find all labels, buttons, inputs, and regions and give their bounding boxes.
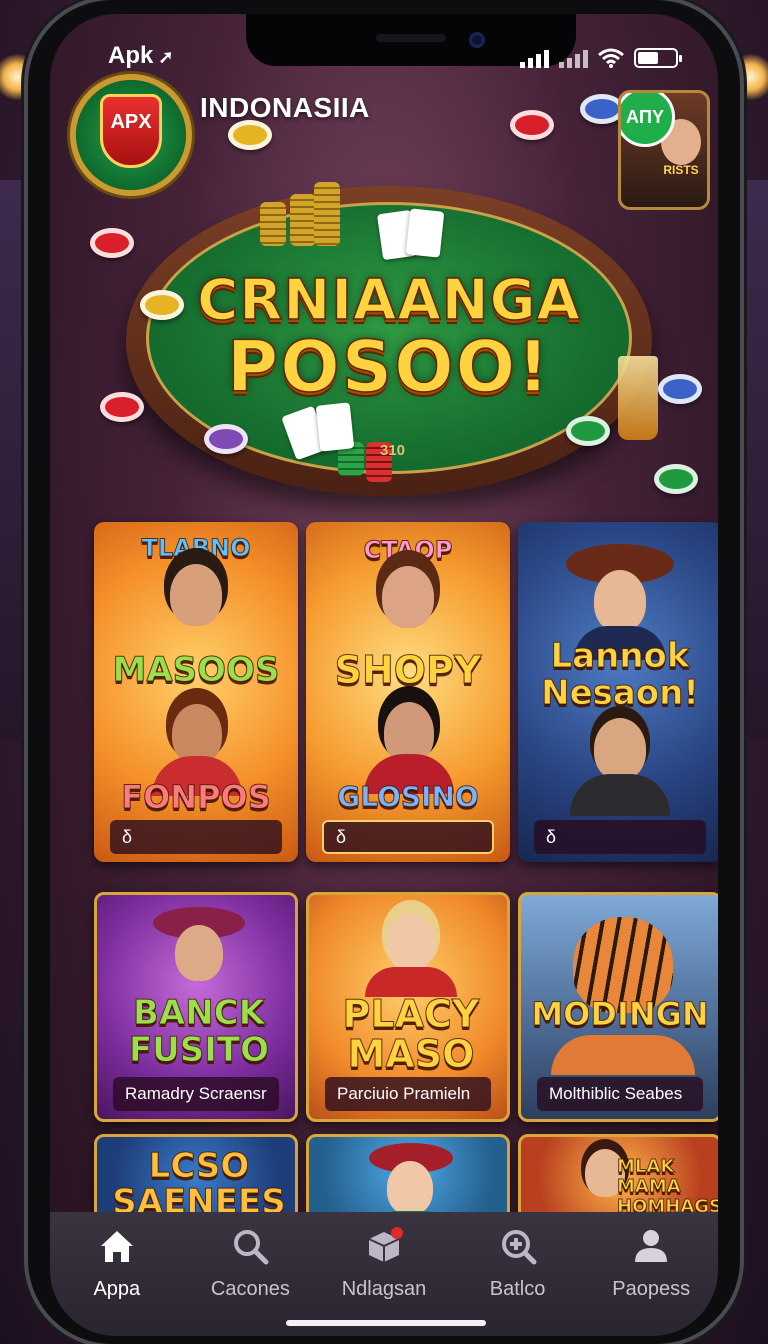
chip-icon (100, 392, 144, 422)
game-card[interactable]: BANCK FUSITO Ramadry Scraensr (94, 892, 298, 1122)
game-title-mid: SHOPY (334, 648, 482, 693)
game-card[interactable]: Lannok Nesaon! δ (518, 522, 718, 862)
hero-title-line2: POSOO! (226, 325, 552, 408)
chip-icon (90, 228, 134, 258)
home-indicator[interactable] (286, 1320, 486, 1326)
nav-label: Ndlagsan (341, 1278, 427, 1300)
chip-icon (228, 120, 272, 150)
person-icon (635, 1230, 668, 1262)
game-title-bottom: FONPOS (121, 778, 272, 817)
game-host-avatar (175, 925, 223, 981)
chip-icon (658, 374, 702, 404)
nav-label: Batlco (489, 1278, 546, 1300)
nav-item-appa[interactable]: Appa (57, 1226, 177, 1336)
status-bar: Apk ➚ (50, 28, 718, 69)
status-icons (520, 48, 682, 68)
nav-label: Paopess (612, 1278, 691, 1300)
hero-title-line1: CRNIAANGA (196, 268, 581, 333)
chip-icon (654, 464, 698, 494)
playing-card-icon (315, 402, 355, 452)
game-card[interactable]: MODINGN Molthiblic Seabes (518, 892, 718, 1122)
game-title-top: CTAOP (363, 536, 453, 565)
chip-icon (204, 424, 248, 454)
chip-stack-icon (314, 182, 340, 246)
carrier-label: Apk ➚ (108, 42, 174, 69)
package-icon (368, 1227, 403, 1262)
game-title-mid: LCSO SAENEES (112, 1146, 286, 1222)
game-caption: Molthiblic Seabes (537, 1077, 703, 1111)
app-logo-shield: APX (100, 94, 162, 168)
game-host-avatar (382, 566, 434, 628)
home-icon (100, 1231, 133, 1262)
battery-icon (634, 48, 682, 68)
promo-text: RISTS (663, 163, 699, 177)
cellular-signal-secondary-icon (559, 50, 588, 68)
game-title-mid: MODINGN (531, 995, 709, 1034)
playing-card-icon (405, 208, 445, 258)
app-logo[interactable]: APX (76, 80, 186, 190)
battery-level (638, 52, 658, 64)
game-title-bottom: GLOSINO (337, 780, 479, 814)
game-caption: δ (534, 820, 706, 854)
game-host-avatar (594, 718, 646, 780)
game-host-avatar (172, 704, 222, 764)
tiger-arms (551, 1035, 695, 1075)
chip-stack-icon (290, 194, 316, 246)
bottom-navigation: Appa Cacones Ndlagsan Batlco Paopess (50, 1212, 718, 1336)
game-host-body (570, 774, 670, 816)
wifi-icon (598, 48, 624, 68)
game-title-top: TLABNO (141, 534, 251, 563)
table-number: 310 (380, 442, 406, 459)
search-icon (234, 1230, 269, 1265)
game-title-mid: BANCK FUSITO (128, 993, 270, 1070)
game-host-avatar (594, 570, 646, 632)
game-title-mid: MLAK MAMA HOMHAGS (617, 1156, 719, 1217)
game-host-avatar (387, 1161, 433, 1215)
promo-thumbnail[interactable]: RISTS AΠY (618, 90, 710, 210)
game-card[interactable]: CTAOP SHOPY GLOSINO δ (306, 522, 510, 862)
chip-stack-icon (260, 202, 286, 246)
chip-icon (510, 110, 554, 140)
game-caption: δ (110, 820, 282, 854)
nav-label: Cacones (210, 1278, 290, 1300)
zoom-plus-icon (501, 1230, 537, 1265)
nav-label: Appa (93, 1278, 141, 1300)
game-card[interactable]: PLACY MASO Parciuio Pramieln (306, 892, 510, 1122)
nav-item-paopess[interactable]: Paopess (591, 1226, 711, 1336)
phone-frame: Apk ➚ CRNIAANGA POSOO! 310 APX INDONASII… (28, 0, 740, 1344)
game-caption: Ramadry Scraensr (113, 1077, 279, 1111)
cellular-signal-icon (520, 50, 549, 68)
game-caption: Parciuio Pramieln (325, 1077, 491, 1111)
game-title-mid: Lannok Nesaon! (541, 636, 700, 714)
game-title-mid: MASOOS (112, 650, 280, 691)
region-title: INDONASIIA (200, 92, 370, 123)
game-host-avatar (387, 913, 435, 971)
phone-screen: Apk ➚ CRNIAANGA POSOO! 310 APX INDONASII… (50, 14, 718, 1336)
game-title-mid: PLACY MASO (342, 992, 480, 1076)
chip-icon (566, 416, 610, 446)
location-arrow-icon: ➚ (153, 47, 174, 67)
game-caption: δ (322, 820, 494, 854)
game-card[interactable]: TLABNO MASOOS FONPOS δ (94, 522, 298, 862)
hero-title: CRNIAANGA POSOO! (146, 268, 632, 408)
game-host-avatar (170, 564, 222, 626)
